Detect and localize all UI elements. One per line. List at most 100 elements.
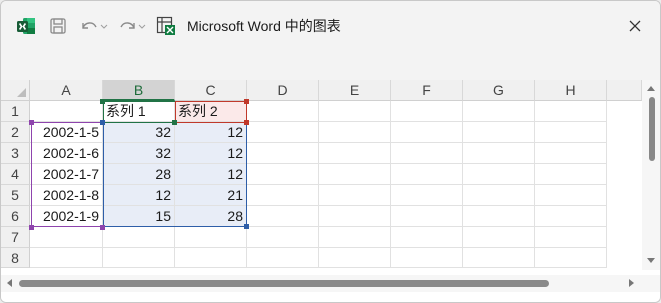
cell-c4[interactable]: 12 [175,164,247,185]
cell-d3[interactable] [247,143,319,164]
cell-f8[interactable] [391,248,463,268]
cell-b5[interactable]: 12 [103,185,175,206]
cell-c8[interactable] [175,248,247,268]
scroll-up-icon[interactable] [647,86,655,91]
row-header-8[interactable]: 8 [1,248,30,268]
category-range-handle-bl[interactable] [29,225,34,230]
cell-f4[interactable] [391,164,463,185]
undo-button[interactable] [79,15,109,37]
cell-a4[interactable]: 2002-1-7 [30,164,103,185]
cell-b7[interactable] [103,227,175,248]
cell-a8[interactable] [30,248,103,268]
column-header-h[interactable]: H [535,80,607,101]
spreadsheet-grid[interactable]: A B C D E F G H 1 2 3 4 5 6 7 8 系列 1 系列 … [1,80,660,302]
cell-c3[interactable]: 12 [175,143,247,164]
cell-b6[interactable]: 15 [103,206,175,227]
save-button[interactable] [47,15,69,37]
horizontal-scroll-thumb[interactable] [19,280,549,287]
row-header-4[interactable]: 4 [1,164,30,185]
cell-a6[interactable]: 2002-1-9 [30,206,103,227]
cell-d7[interactable] [247,227,319,248]
row-header-3[interactable]: 3 [1,143,30,164]
select-all-corner[interactable] [1,80,30,101]
cell-g5[interactable] [463,185,535,206]
cell-f2[interactable] [391,122,463,143]
series2-range-handle-tr[interactable] [244,99,249,104]
close-button[interactable] [624,15,646,37]
values-range-handle-tl[interactable] [100,120,105,125]
cell-c2[interactable]: 12 [175,122,247,143]
row-header-5[interactable]: 5 [1,185,30,206]
cell-a5[interactable]: 2002-1-8 [30,185,103,206]
horizontal-scrollbar[interactable] [1,275,660,292]
cell-f3[interactable] [391,143,463,164]
cell-a7[interactable] [30,227,103,248]
cell-d2[interactable] [247,122,319,143]
series1-range-handle-br[interactable] [172,120,177,125]
cell-e6[interactable] [319,206,391,227]
cell-c6[interactable]: 28 [175,206,247,227]
category-range-handle-tl[interactable] [29,120,34,125]
cell-e5[interactable] [319,185,391,206]
cell-h7[interactable] [535,227,607,248]
cell-f5[interactable] [391,185,463,206]
cell-h4[interactable] [535,164,607,185]
cell-b4[interactable]: 28 [103,164,175,185]
cell-b1[interactable]: 系列 1 [103,101,175,122]
cell-g2[interactable] [463,122,535,143]
cell-a3[interactable]: 2002-1-6 [30,143,103,164]
cell-a2[interactable]: 2002-1-5 [30,122,103,143]
series2-range-handle-br[interactable] [244,120,249,125]
values-range-handle-br[interactable] [244,224,249,229]
cell-e2[interactable] [319,122,391,143]
cell-d4[interactable] [247,164,319,185]
cell-h2[interactable] [535,122,607,143]
vertical-scrollbar[interactable] [642,80,660,270]
cell-e4[interactable] [319,164,391,185]
cell-h1[interactable] [535,101,607,122]
cell-f6[interactable] [391,206,463,227]
column-header-g[interactable]: G [463,80,535,101]
cell-h6[interactable] [535,206,607,227]
redo-button[interactable] [117,15,147,37]
cell-e8[interactable] [319,248,391,268]
cell-h8[interactable] [535,248,607,268]
row-header-7[interactable]: 7 [1,227,30,248]
cell-b2[interactable]: 32 [103,122,175,143]
cell-f7[interactable] [391,227,463,248]
cell-g7[interactable] [463,227,535,248]
cell-c1[interactable]: 系列 2 [175,101,247,122]
series1-range-handle-tl[interactable] [100,99,105,104]
cell-e1[interactable] [319,101,391,122]
column-header-b[interactable]: B [103,80,175,101]
cell-g3[interactable] [463,143,535,164]
column-header-e[interactable]: E [319,80,391,101]
cell-b8[interactable] [103,248,175,268]
cell-h5[interactable] [535,185,607,206]
row-header-2[interactable]: 2 [1,122,30,143]
category-range-handle-br[interactable] [100,225,105,230]
scroll-right-icon[interactable] [629,279,634,287]
cell-d5[interactable] [247,185,319,206]
cell-d8[interactable] [247,248,319,268]
cell-c5[interactable]: 21 [175,185,247,206]
cell-a1[interactable] [30,101,103,122]
cell-e7[interactable] [319,227,391,248]
column-header-c[interactable]: C [175,80,247,101]
column-header-a[interactable]: A [30,80,103,101]
column-header-f[interactable]: F [391,80,463,101]
vertical-scroll-thumb[interactable] [649,97,655,161]
row-header-6[interactable]: 6 [1,206,30,227]
scroll-down-icon[interactable] [647,258,655,263]
cell-b3[interactable]: 32 [103,143,175,164]
row-header-1[interactable]: 1 [1,101,30,122]
cell-g4[interactable] [463,164,535,185]
cell-d6[interactable] [247,206,319,227]
cell-h3[interactable] [535,143,607,164]
cell-d1[interactable] [247,101,319,122]
cell-f1[interactable] [391,101,463,122]
scroll-left-icon[interactable] [7,279,12,287]
cell-c7[interactable] [175,227,247,248]
cell-g8[interactable] [463,248,535,268]
column-header-d[interactable]: D [247,80,319,101]
